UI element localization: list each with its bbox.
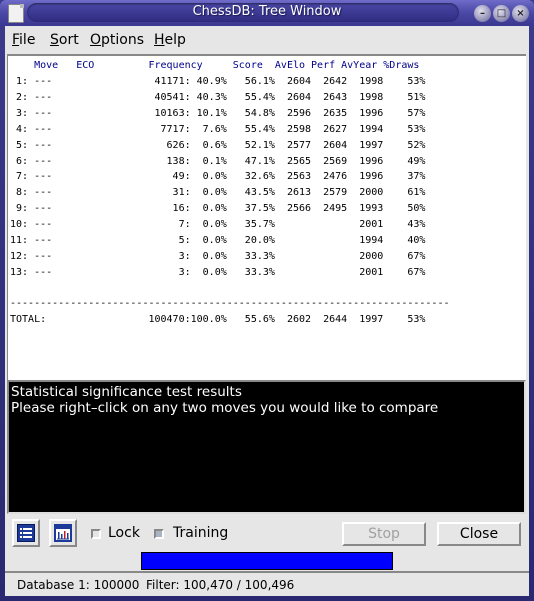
menu-sort-mnemonic: S [50,32,59,48]
tree-row[interactable]: 7: --- 49: 0.0% 32.6% 2563 2476 1996 37% [10,169,425,185]
tree-view-button[interactable] [12,519,40,547]
maximize-button[interactable]: □ [493,5,510,22]
tree-header-row: Move ECO Frequency Score AvElo Perf AvYe… [10,60,420,71]
tree-table[interactable]: Move ECO Frequency Score AvElo Perf AvYe… [7,54,526,380]
window-title: ChessDB: Tree Window [192,4,342,19]
list-icon [17,524,35,542]
total-row: TOTAL: 100470:100.0% 55.6% 2602 2644 199… [10,314,426,325]
title-bar[interactable]: ChessDB: Tree Window – □ × [0,0,534,26]
progress-bar [141,552,393,570]
minimize-button[interactable]: – [474,5,491,22]
status-filter: Filter: 100,470 / 100,496 [146,578,295,592]
menu-help[interactable]: Help [154,32,186,48]
status-bar: Database 1: 100000 Filter: 100,470 / 100… [5,571,529,596]
tree-row[interactable]: 9: --- 16: 0.0% 37.5% 2566 2495 1993 50% [10,201,425,217]
tree-row[interactable]: 1: --- 41171: 40.9% 56.1% 2604 2642 1998… [10,74,425,90]
menu-file[interactable]: File [12,32,35,48]
tree-window: ChessDB: Tree Window – □ × File Sort Opt… [0,0,534,601]
menu-file-mnemonic: F [12,32,20,48]
tree-row[interactable]: 2: --- 40541: 40.3% 55.4% 2604 2643 1998… [10,90,425,106]
stats-title: Statistical significance test results [11,384,242,400]
window-content: File Sort Options Help Move ECO Frequenc… [5,26,529,596]
menu-help-label: elp [164,32,186,48]
tree-row[interactable]: 10: --- 7: 0.0% 35.7% 2001 43% [10,217,425,233]
minimize-icon: – [480,8,485,19]
training-checkbox[interactable] [154,529,164,539]
tree-row[interactable]: 4: --- 7717: 7.6% 55.4% 2598 2627 1994 5… [10,122,425,138]
tree-row[interactable]: 13: --- 3: 0.0% 33.3% 2001 67% [10,265,425,281]
tree-row[interactable]: 8: --- 31: 0.0% 43.5% 2613 2579 2000 61% [10,185,425,201]
lock-checkbox[interactable] [91,529,101,539]
training-label: Training [173,525,229,541]
menu-help-mnemonic: H [154,32,165,48]
menu-file-label: ile [19,32,36,48]
menu-options[interactable]: Options [90,32,144,48]
menu-options-label: ptions [101,32,145,48]
tree-row[interactable]: 3: --- 10163: 10.1% 54.8% 2596 2635 1996… [10,106,425,122]
maximize-icon: □ [496,8,507,19]
menu-sort-label: ort [58,32,79,48]
status-database: Database 1: 100000 [17,578,140,592]
statistics-panel[interactable]: Statistical significance test results Pl… [7,380,526,514]
menu-sort[interactable]: Sort [50,32,79,48]
close-button[interactable]: Close [437,522,521,546]
tree-row[interactable]: 12: --- 3: 0.0% 33.3% 2000 67% [10,249,425,265]
tree-row[interactable]: 6: --- 138: 0.1% 47.1% 2565 2569 1996 49… [10,154,425,170]
stop-button[interactable]: Stop [342,522,426,546]
bar-chart-icon [54,524,72,542]
lock-label: Lock [108,525,140,541]
graph-button[interactable] [49,519,77,547]
stats-instructions: Please right–click on any two moves you … [11,400,439,416]
menu-bar: File Sort Options Help [5,26,529,54]
tree-row[interactable]: 5: --- 626: 0.6% 52.1% 2577 2604 1997 52… [10,138,425,154]
close-icon: × [516,8,525,19]
tree-row[interactable]: 11: --- 5: 0.0% 20.0% 1994 40% [10,233,425,249]
close-window-button[interactable]: × [512,5,529,22]
menu-options-mnemonic: O [90,32,102,48]
total-separator: ----------------------------------------… [10,298,450,309]
